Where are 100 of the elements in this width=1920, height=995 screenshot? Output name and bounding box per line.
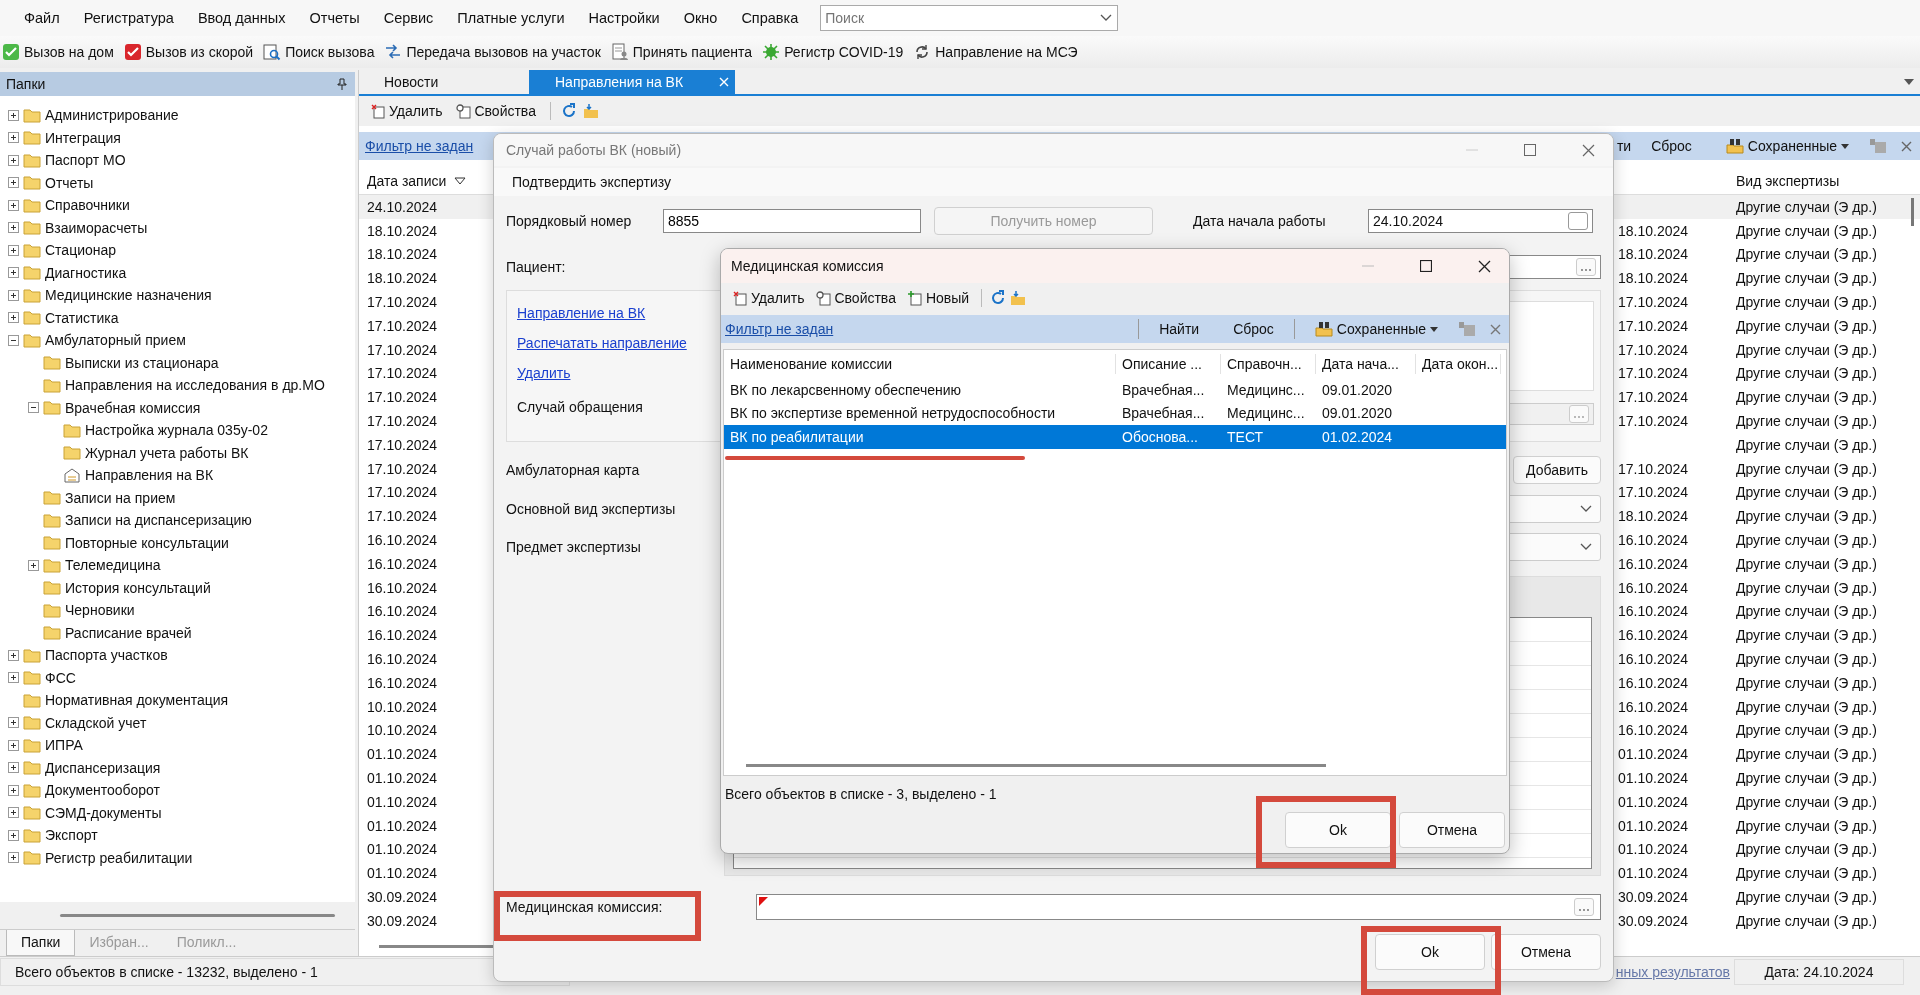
tree-item[interactable]: Стационар <box>45 242 117 259</box>
toolbar-button[interactable]: Новый <box>903 290 974 306</box>
menu-item[interactable]: Файл <box>12 10 72 26</box>
filter-link[interactable]: Фильтр не задан <box>365 138 474 154</box>
menu-item[interactable]: Регистратура <box>71 10 186 26</box>
ok-button[interactable]: Ok <box>1285 812 1391 848</box>
tree-item[interactable]: Статистика <box>45 309 119 326</box>
tree-item[interactable]: Выписки из стационара <box>65 354 219 371</box>
column-header[interactable]: Дата окон... <box>1416 354 1501 374</box>
tree-item[interactable]: Амбулаторный прием <box>45 332 186 349</box>
panel-title: Папки <box>6 76 46 92</box>
saved-filters-button[interactable]: Сохраненные <box>1300 321 1452 337</box>
column-header[interactable]: Дата нача... <box>1316 354 1416 374</box>
tree-item[interactable]: Настройка журнала 035у-02 <box>85 422 268 439</box>
tree-item[interactable]: Взаиморасчеты <box>45 219 148 236</box>
tree-item[interactable]: СЭМД-документы <box>45 804 162 821</box>
menu-item[interactable]: Ввод данных <box>185 10 298 26</box>
tree-item[interactable]: Журнал учета работы ВК <box>85 444 249 461</box>
toolbar-button[interactable]: Свойства <box>452 103 540 119</box>
table-cell-text: Другие случаи (Э др.) <box>1736 865 1878 882</box>
tree-item[interactable]: Паспорта участков <box>45 647 168 664</box>
table-cell-text: Другие случаи (Э др.) <box>1736 508 1878 525</box>
table-row[interactable]: ВК по реабилитации Обоснова... ТЕСТ 01.02.2024 <box>724 425 1506 449</box>
tree-item[interactable]: Складской учет <box>45 714 147 731</box>
tree-item[interactable]: Справочники <box>45 197 130 214</box>
tree-item[interactable]: Записи на диспансеризацию <box>65 512 252 529</box>
search-field[interactable]: Поиск <box>820 5 1119 31</box>
field-label: Амбулаторная карта <box>506 462 640 478</box>
table-cell-text: Другие случаи (Э др.) <box>1736 674 1878 691</box>
toolbar-button[interactable]: Направление на МСЭ <box>913 43 1084 61</box>
menu-item[interactable]: Отчеты <box>297 10 372 26</box>
menu-item[interactable]: Сервис <box>371 10 446 26</box>
tree-item[interactable]: Администрирование <box>45 107 179 124</box>
results-link[interactable]: нных результатов <box>1615 959 1734 985</box>
find-button[interactable]: Найти <box>1145 321 1214 337</box>
table-cell-text: Другие случаи (Э др.) <box>1736 413 1878 430</box>
column-header[interactable]: Вид экспертизы <box>1736 173 1896 189</box>
reset-button[interactable]: Сброс <box>1637 138 1706 154</box>
tree-item[interactable]: История консультаций <box>65 579 211 596</box>
tree-item[interactable]: ИПРА <box>45 737 83 754</box>
tree-item[interactable]: Черновики <box>65 602 135 619</box>
tab[interactable]: Направления на ВК <box>529 70 735 94</box>
toolbar-button[interactable]: Вызов на дом <box>2 43 120 61</box>
tree-item[interactable]: Паспорт МО <box>45 152 126 169</box>
cancel-button[interactable]: Отмена <box>1399 812 1505 848</box>
tree-item[interactable]: ФСС <box>45 669 76 686</box>
toolbar-button[interactable]: Регистр COVID-19 <box>762 43 910 61</box>
table-cell: 16.10.2024 <box>1618 579 1689 596</box>
table-cell-text: 10.10.2024 <box>366 722 439 739</box>
tree-item[interactable]: Расписание врачей <box>65 624 192 641</box>
column-header[interactable]: Справочн... <box>1221 354 1316 374</box>
panel-tab[interactable]: Папки <box>6 930 76 956</box>
toolbar-button[interactable]: Передача вызовов на участок <box>384 43 607 61</box>
tree-item[interactable]: Телемедицина <box>65 557 161 574</box>
number-field[interactable]: 8855 <box>663 209 921 233</box>
find-button[interactable]: ти <box>1616 138 1632 154</box>
tree-item[interactable]: Направления на ВК <box>85 467 214 484</box>
tree-item[interactable]: Отчеты <box>45 174 94 191</box>
column-header[interactable]: Наименование комиссии <box>724 354 1116 374</box>
menu-item[interactable]: Окно <box>671 10 730 26</box>
action-link[interactable]: Распечатать направление <box>517 335 687 351</box>
toolbar-button[interactable]: Свойства <box>812 290 900 306</box>
tree-item[interactable]: Диагностика <box>45 264 127 281</box>
table-row[interactable]: ВК по экспертизе временной нетрудоспособности Врачебная... Медицинс... 09.01.2020 <box>724 401 1506 425</box>
cancel-button[interactable]: Отмена <box>1491 934 1601 970</box>
tree-item[interactable]: Записи на прием <box>65 489 176 506</box>
tree-item[interactable]: Повторные консультации <box>65 534 229 551</box>
saved-filters-button[interactable]: Сохраненные <box>1711 138 1863 154</box>
column-header[interactable]: Дата записи <box>359 173 491 189</box>
toolbar-button[interactable]: Удалить <box>729 290 809 306</box>
tree-item[interactable]: Медицинские назначения <box>45 287 212 304</box>
toolbar-button[interactable]: Удалить <box>367 103 447 119</box>
tree-item[interactable]: Направления на исследования в др.МО <box>65 377 325 394</box>
tree-item[interactable]: Нормативная документация <box>45 692 229 709</box>
table-cell: 17.10.2024 <box>1618 460 1689 477</box>
tree-item[interactable]: Диспансеризация <box>45 759 161 776</box>
tree-item[interactable]: Экспорт <box>45 827 98 844</box>
date-field[interactable]: 24.10.2024 <box>1368 209 1593 233</box>
ok-button[interactable]: Ok <box>1375 934 1485 970</box>
tab[interactable]: Новости <box>359 70 529 94</box>
table-cell: 18.10.2024 <box>1618 246 1689 263</box>
action-link[interactable]: Направление на ВК <box>517 305 687 321</box>
reset-button[interactable]: Сброс <box>1219 321 1288 337</box>
tree-item[interactable]: Регистр реабилитации <box>45 849 193 866</box>
menu-item[interactable]: Платные услуги <box>445 10 577 26</box>
tree-item[interactable]: Документооборот <box>45 782 160 799</box>
filter-link[interactable]: Фильтр не задан <box>725 321 834 337</box>
tree-item[interactable]: Интеграция <box>45 129 121 146</box>
menu-item[interactable]: Подтвердить экспертизу <box>512 174 671 190</box>
column-header[interactable]: Описание ... <box>1116 354 1221 374</box>
toolbar-button[interactable]: Поиск вызова <box>263 43 381 61</box>
menu-item[interactable]: Справка <box>729 10 811 26</box>
table-cell: 16.10.2024 <box>1618 627 1689 644</box>
menu-item[interactable]: Настройки <box>576 10 672 26</box>
table-row[interactable]: ВК по лекарсвенному обеспечению Врачебная... Медицинс... 09.01.2020 <box>724 378 1506 402</box>
toolbar-button[interactable]: Принять пациента <box>610 43 759 61</box>
action-link[interactable]: Удалить <box>517 365 687 381</box>
add-button[interactable]: Добавить <box>1513 456 1601 484</box>
tree-item[interactable]: Врачебная комиссия <box>65 399 201 416</box>
toolbar-button[interactable]: Вызов из скорой <box>123 43 260 61</box>
